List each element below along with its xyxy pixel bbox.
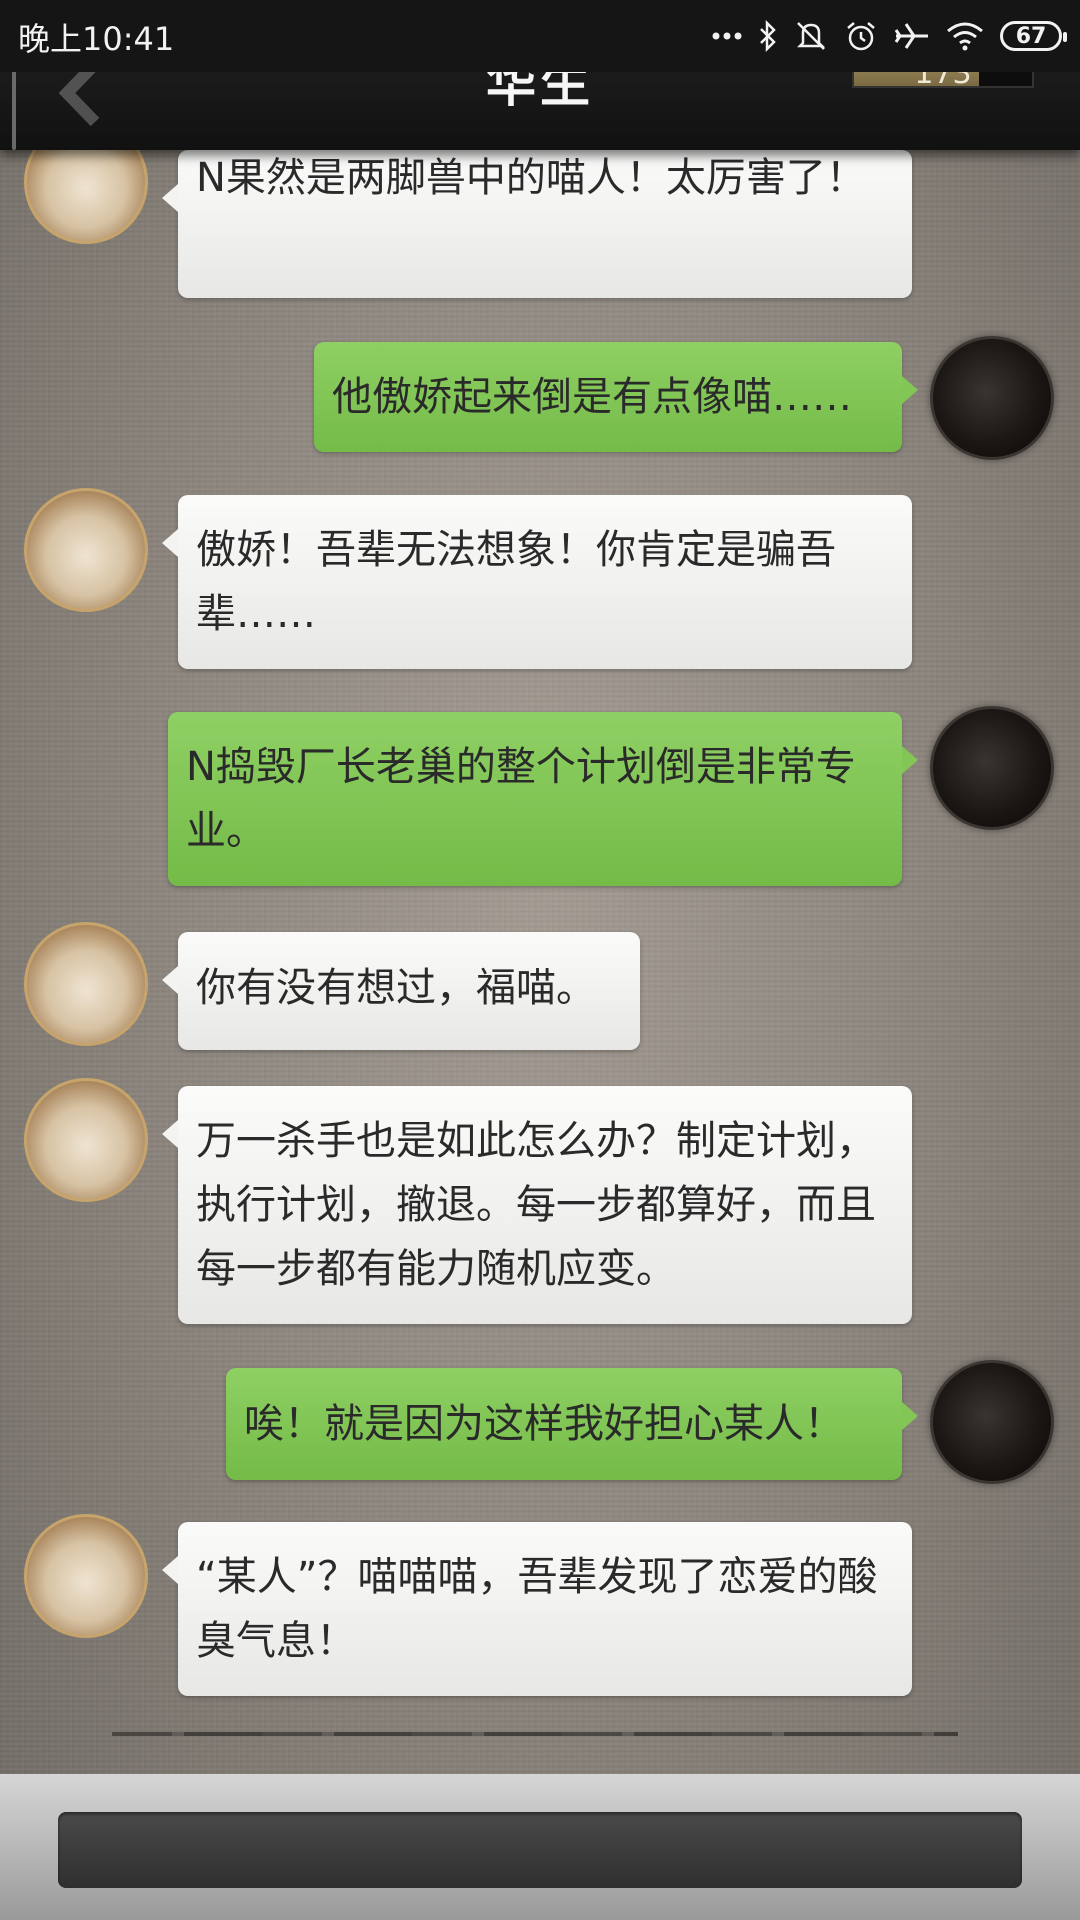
chat-header: 华生 173 [0, 54, 1080, 150]
message-text: “某人”？喵喵喵，吾辈发现了恋爱的酸臭气息！ [196, 1554, 878, 1664]
message-text: N果然是两脚兽中的喵人！太厉害了！ [196, 155, 866, 201]
message-bubble: 万一杀手也是如此怎么办？制定计划，执行计划，撤退。每一步都算好，而且每一步都有能… [162, 1086, 912, 1324]
message-bubble: “某人”？喵喵喵，吾辈发现了恋爱的酸臭气息！ [162, 1522, 912, 1696]
message-bubble: N捣毁厂长老巢的整个计划倒是非常专业。 [168, 712, 918, 886]
bottom-bar [0, 1774, 1080, 1920]
message-bubble: 你有没有想过，福喵。 [162, 932, 640, 1050]
message-bubble: 他傲娇起来倒是有点像喵…… [314, 342, 918, 452]
message-bubble: N果然是两脚兽中的喵人！太厉害了！ [162, 150, 912, 298]
status-icons: 67 [712, 12, 1067, 60]
message-text: 你有没有想过，福喵。 [196, 965, 596, 1011]
chat-divider [112, 1732, 958, 1736]
wifi-icon [946, 21, 984, 51]
cat-avatar[interactable] [24, 150, 148, 244]
message-text: 傲娇！吾辈无法想象！你肯定是骗吾辈…… [196, 527, 836, 637]
message-bubble: 傲娇！吾辈无法想象！你肯定是骗吾辈…… [162, 495, 912, 669]
status-time: 晚上10:41 [18, 20, 175, 58]
message-text: 万一杀手也是如此怎么办？制定计划，执行计划，撤退。每一步都算好，而且每一步都有能… [196, 1118, 876, 1292]
alarm-icon [844, 19, 878, 53]
more-dots-icon [712, 31, 742, 41]
status-bar: 晚上10:41 67 [0, 0, 1080, 72]
cat-avatar[interactable] [24, 1514, 148, 1638]
message-text: N捣毁厂长老巢的整个计划倒是非常专业。 [186, 744, 856, 854]
cat-avatar[interactable] [24, 1078, 148, 1202]
cat-avatar[interactable] [24, 488, 148, 612]
cat-avatar[interactable] [24, 922, 148, 1046]
message-text: 唉！就是因为这样我好担心某人！ [244, 1401, 844, 1447]
chat-log[interactable]: N果然是两脚兽中的喵人！太厉害了！ 他傲娇起来倒是有点像喵…… 傲娇！吾辈无法想… [0, 150, 1080, 1760]
continue-bar[interactable] [58, 1812, 1022, 1888]
battery-indicator: 67 [1000, 21, 1067, 51]
mute-icon [794, 19, 828, 53]
message-bubble: 唉！就是因为这样我好担心某人！ [226, 1368, 918, 1480]
player-avatar[interactable] [930, 706, 1054, 830]
player-avatar[interactable] [930, 336, 1054, 460]
player-avatar[interactable] [930, 1360, 1054, 1484]
message-text: 他傲娇起来倒是有点像喵…… [332, 374, 852, 420]
bluetooth-icon [758, 20, 778, 52]
airplane-icon [894, 20, 930, 52]
